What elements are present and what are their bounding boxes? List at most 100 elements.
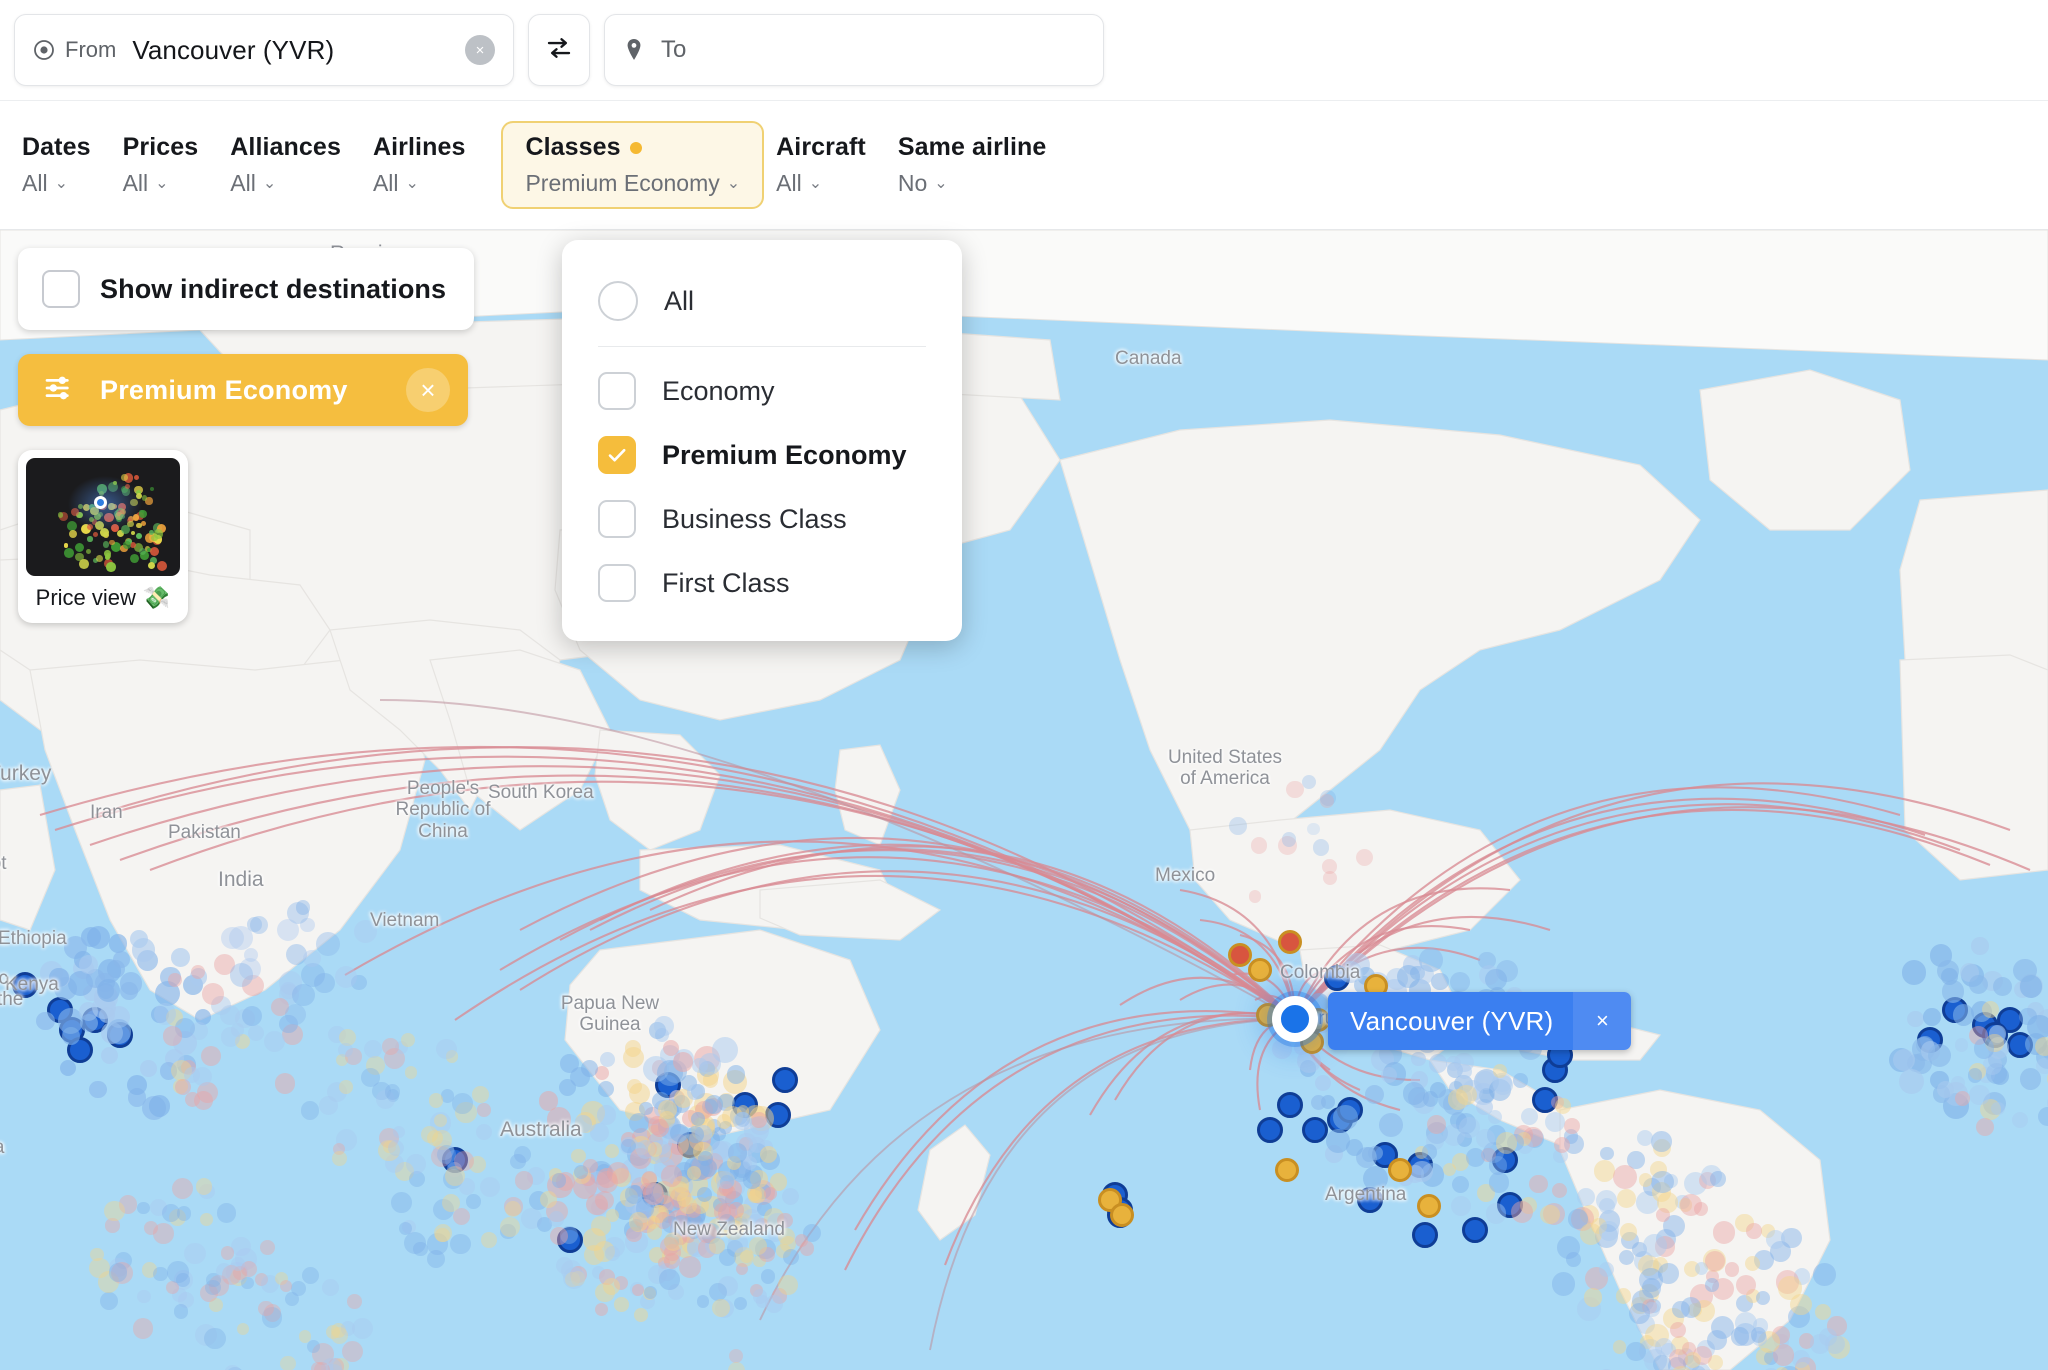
close-icon[interactable]: × — [1573, 992, 1631, 1050]
filter-dates[interactable]: Dates All⌄ — [22, 121, 113, 209]
destination-marker[interactable] — [2013, 959, 2036, 982]
destination-marker[interactable] — [1311, 1095, 1326, 1110]
destination-marker[interactable] — [1412, 1222, 1438, 1248]
destination-marker[interactable] — [772, 1067, 798, 1093]
classes-option-economy[interactable]: Economy — [562, 359, 962, 423]
destination-marker[interactable] — [144, 1221, 158, 1235]
destination-marker[interactable] — [699, 1053, 721, 1075]
destination-marker[interactable] — [132, 938, 155, 961]
destination-marker[interactable] — [515, 1171, 533, 1189]
destination-marker[interactable] — [361, 1068, 380, 1087]
destination-marker[interactable] — [1969, 1085, 1990, 1106]
destination-marker[interactable] — [1379, 1113, 1403, 1137]
destination-marker[interactable] — [1974, 1038, 1994, 1058]
destination-marker[interactable] — [391, 1192, 412, 1213]
destination-marker[interactable] — [661, 1165, 683, 1187]
destination-marker[interactable] — [679, 1256, 701, 1278]
checkbox-icon[interactable] — [598, 500, 636, 538]
filter-aircraft[interactable]: Aircraft All⌄ — [776, 121, 888, 209]
destination-marker[interactable] — [1653, 1355, 1671, 1370]
destination-marker[interactable] — [1452, 1176, 1469, 1193]
destination-marker[interactable] — [385, 1084, 400, 1099]
destination-marker[interactable] — [194, 1091, 213, 1110]
destination-marker[interactable] — [1257, 1117, 1283, 1143]
destination-marker[interactable] — [1251, 837, 1267, 853]
destination-marker[interactable] — [1710, 1171, 1726, 1187]
checkbox-checked-icon[interactable] — [598, 436, 636, 474]
destination-marker[interactable] — [127, 1075, 147, 1095]
destination-marker[interactable] — [600, 1052, 615, 1067]
destination-marker[interactable] — [1751, 1327, 1766, 1342]
destination-marker[interactable] — [1489, 1156, 1507, 1174]
selected-destination-tooltip[interactable]: Vancouver (YVR) × — [1328, 992, 1631, 1050]
destination-field[interactable]: To — [604, 14, 1104, 86]
destination-marker[interactable] — [1397, 965, 1420, 988]
filter-alliances[interactable]: Alliances All⌄ — [230, 121, 363, 209]
destination-marker[interactable] — [590, 1123, 609, 1142]
destination-marker[interactable] — [1229, 817, 1247, 835]
destination-marker[interactable] — [248, 1025, 264, 1041]
destination-marker[interactable] — [332, 1151, 347, 1166]
destination-marker[interactable] — [1450, 972, 1470, 992]
destination-marker[interactable] — [1616, 1288, 1631, 1303]
destination-marker[interactable] — [687, 1126, 704, 1143]
destination-marker[interactable] — [778, 1275, 798, 1295]
destination-marker[interactable] — [1899, 1069, 1924, 1094]
destination-marker[interactable] — [436, 1039, 457, 1060]
destination-marker[interactable] — [339, 1080, 352, 1093]
destination-marker[interactable] — [714, 1203, 732, 1221]
destination-marker[interactable] — [177, 1206, 191, 1220]
destination-marker[interactable] — [137, 1202, 150, 1215]
destination-marker[interactable] — [761, 1269, 775, 1283]
destination-marker[interactable] — [1248, 958, 1272, 982]
destination-marker[interactable] — [760, 1146, 777, 1163]
destination-marker[interactable] — [603, 1278, 620, 1295]
destination-marker[interactable] — [1643, 1234, 1666, 1257]
destination-marker[interactable] — [717, 1114, 732, 1129]
destination-marker[interactable] — [1955, 1091, 1970, 1106]
destination-marker[interactable] — [1907, 1011, 1924, 1028]
destination-marker[interactable] — [260, 1240, 275, 1255]
destination-marker[interactable] — [1545, 1112, 1565, 1132]
destination-marker[interactable] — [322, 1279, 339, 1296]
checkbox-icon[interactable] — [598, 372, 636, 410]
destination-marker[interactable] — [1584, 1288, 1602, 1306]
destination-marker[interactable] — [442, 1194, 460, 1212]
destination-marker[interactable] — [1486, 1203, 1506, 1223]
destination-marker[interactable] — [36, 1012, 55, 1031]
destination-marker[interactable] — [216, 1263, 232, 1279]
destination-marker[interactable] — [550, 1227, 568, 1245]
destination-marker[interactable] — [1626, 1342, 1646, 1362]
destination-marker[interactable] — [184, 1243, 206, 1265]
destination-marker[interactable] — [154, 1003, 176, 1025]
destination-marker[interactable] — [1422, 1144, 1437, 1159]
origin-hub-marker[interactable] — [1272, 996, 1318, 1042]
destination-marker[interactable] — [1564, 1118, 1580, 1134]
destination-marker[interactable] — [709, 1238, 725, 1254]
destination-marker[interactable] — [401, 1033, 415, 1047]
active-filter-pill[interactable]: Premium Economy × — [18, 354, 468, 426]
destination-marker[interactable] — [605, 1144, 619, 1158]
destination-marker[interactable] — [90, 1248, 103, 1261]
destination-marker[interactable] — [1968, 1068, 1983, 1083]
destination-marker[interactable] — [89, 1081, 106, 1098]
destination-marker[interactable] — [1403, 1082, 1426, 1105]
destination-marker[interactable] — [1521, 1108, 1538, 1125]
destination-marker[interactable] — [1513, 1073, 1528, 1088]
destination-marker[interactable] — [452, 1093, 473, 1114]
destination-marker[interactable] — [1813, 1263, 1836, 1286]
destination-marker[interactable] — [691, 1112, 705, 1126]
destination-marker[interactable] — [1462, 1217, 1488, 1243]
destination-marker[interactable] — [217, 1203, 237, 1223]
destination-marker[interactable] — [1651, 1131, 1672, 1152]
destination-marker[interactable] — [1459, 1117, 1480, 1138]
destination-marker[interactable] — [454, 1151, 474, 1171]
destination-marker[interactable] — [296, 900, 311, 915]
destination-marker[interactable] — [104, 1201, 125, 1222]
destination-marker[interactable] — [2019, 1008, 2036, 1025]
destination-marker[interactable] — [1713, 1221, 1735, 1243]
destination-marker[interactable] — [651, 1119, 669, 1137]
destination-marker[interactable] — [2036, 1058, 2048, 1075]
destination-marker[interactable] — [1705, 1251, 1725, 1271]
destination-marker[interactable] — [1557, 1236, 1580, 1259]
